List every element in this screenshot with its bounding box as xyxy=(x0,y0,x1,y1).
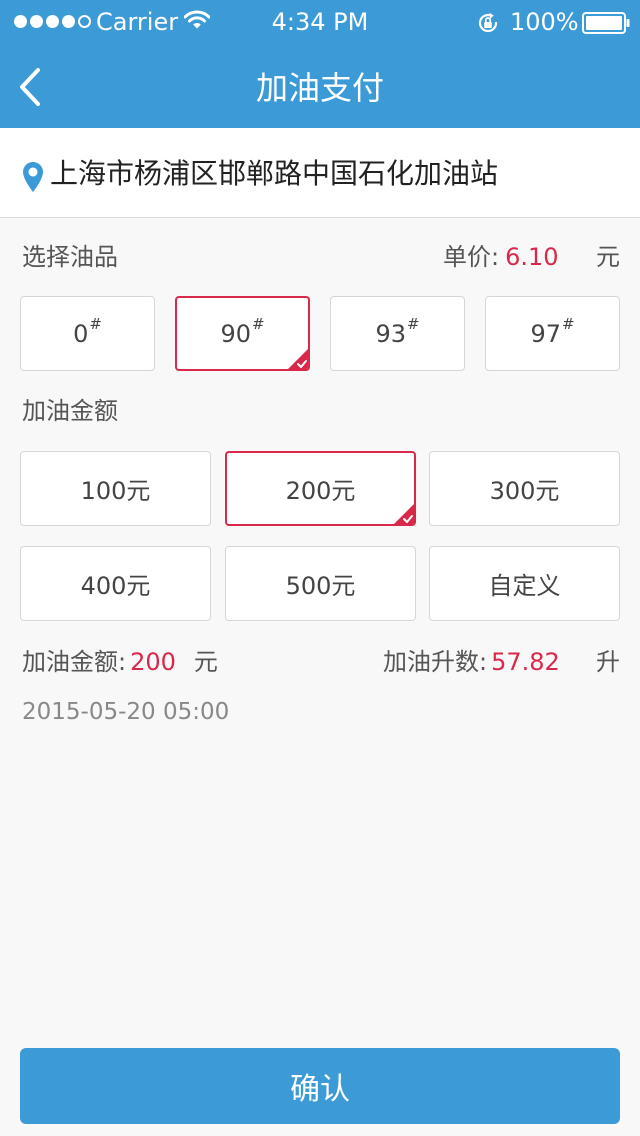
amount-option-label: 100元 xyxy=(80,477,151,505)
status-bar: Carrier 4:34 PM 100% xyxy=(0,0,640,44)
fuel-option-97[interactable]: 97 # xyxy=(485,296,620,371)
location-pin-icon xyxy=(23,162,43,192)
fuel-option-0[interactable]: 0 # xyxy=(20,296,155,371)
summary-amount-label: 加油金额: xyxy=(22,648,127,676)
top-bar: Carrier 4:34 PM 100% 加油支付 xyxy=(0,0,640,128)
summary-liters-label: 加油升数: xyxy=(383,648,488,676)
unit-price-value: 6.10 xyxy=(505,243,559,271)
amount-option-custom[interactable]: 自定义 xyxy=(429,546,620,621)
unit-price-currency: 元 xyxy=(596,243,620,271)
confirm-button[interactable]: 确认 xyxy=(20,1048,620,1124)
summary-liters-unit: 升 xyxy=(596,648,620,676)
amount-option-300[interactable]: 300元 xyxy=(429,451,620,526)
summary-liters: 加油升数: 57.82 xyxy=(383,646,560,678)
battery-percent: 100% xyxy=(510,8,579,36)
fuel-type-label: 选择油品 xyxy=(22,243,118,271)
fuel-option-93[interactable]: 93 # xyxy=(330,296,465,371)
unit-price: 单价: 6.10 xyxy=(443,241,559,273)
summary-amount-value: 200 xyxy=(130,648,176,676)
fuel-option-value: 93 xyxy=(375,319,406,348)
summary-amount-unit: 元 xyxy=(193,648,218,676)
amount-option-label: 300元 xyxy=(489,477,560,505)
amount-option-label: 400元 xyxy=(80,572,151,600)
amount-option-200[interactable]: 200元 xyxy=(225,451,416,526)
amount-option-400[interactable]: 400元 xyxy=(20,546,211,621)
refuel-datetime: 2015-05-20 05:00 xyxy=(22,699,230,725)
selected-check-icon xyxy=(288,349,308,369)
amount-option-label: 自定义 xyxy=(488,572,561,600)
summary-liters-value: 57.82 xyxy=(491,648,560,676)
amount-option-500[interactable]: 500元 xyxy=(225,546,416,621)
battery-icon xyxy=(582,12,630,34)
amount-label: 加油金额 xyxy=(22,397,118,425)
amount-option-label: 500元 xyxy=(285,572,356,600)
amount-option-label: 200元 xyxy=(285,477,356,505)
station-address-bar: 上海市杨浦区邯郸路中国石化加油站 xyxy=(0,128,640,218)
fuel-option-value: 0 xyxy=(73,319,89,348)
navigation-bar: 加油支付 xyxy=(0,44,640,128)
selected-check-icon xyxy=(394,504,414,524)
summary-amount: 加油金额: 200 元 xyxy=(22,646,218,678)
amount-option-100[interactable]: 100元 xyxy=(20,451,211,526)
fuel-option-90[interactable]: 90 # xyxy=(175,296,310,371)
unit-price-label: 单价: xyxy=(443,243,500,271)
page-title: 加油支付 xyxy=(255,69,384,107)
fuel-option-value: 97 xyxy=(530,319,561,348)
rotation-lock-icon xyxy=(478,12,498,33)
fuel-option-value: 90 xyxy=(220,319,251,348)
station-address: 上海市杨浦区邯郸路中国石化加油站 xyxy=(50,157,499,190)
